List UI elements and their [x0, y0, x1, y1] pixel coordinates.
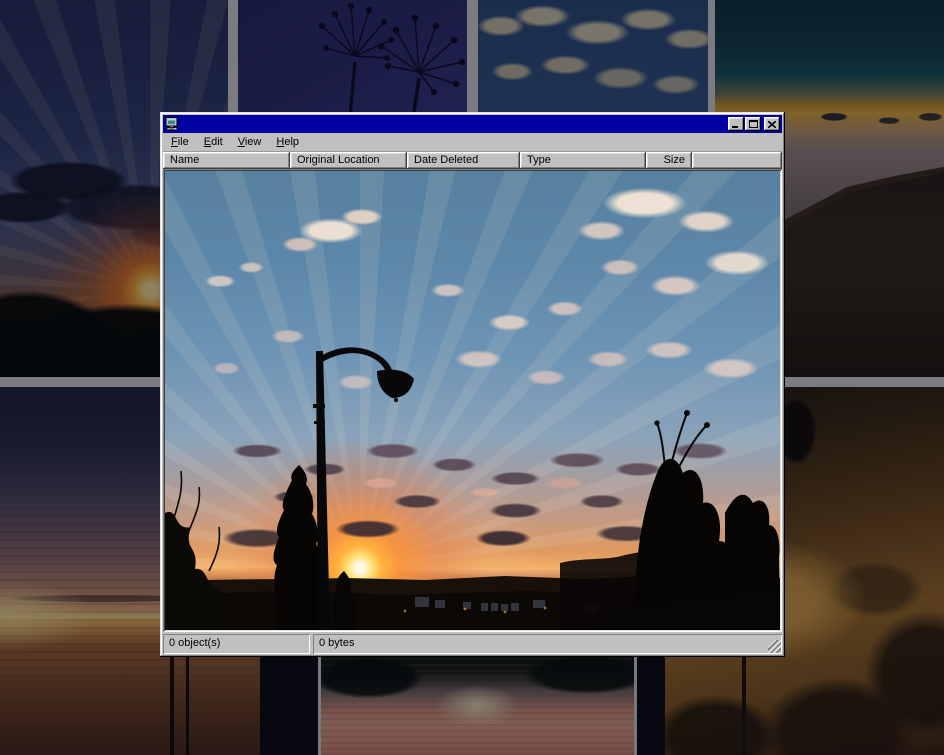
status-total-size: 0 bytes — [313, 634, 782, 654]
minimize-button[interactable] — [728, 117, 744, 131]
column-header-original-location[interactable]: Original Location — [290, 152, 407, 169]
file-list-area[interactable] — [163, 169, 782, 632]
column-header-size[interactable]: Size — [646, 152, 692, 169]
menu-bar: File Edit View Help — [163, 133, 782, 152]
close-icon — [768, 121, 776, 128]
maximize-button[interactable] — [745, 117, 761, 131]
resize-grip-icon[interactable] — [768, 640, 781, 653]
window-controls — [727, 117, 780, 131]
column-header-date-deleted[interactable]: Date Deleted — [407, 152, 520, 169]
menu-edit[interactable]: Edit — [198, 134, 229, 150]
column-header-filler — [692, 152, 782, 169]
column-header-type[interactable]: Type — [520, 152, 646, 169]
column-header-name[interactable]: Name — [163, 152, 290, 169]
lamppost-sunset-photo — [165, 171, 780, 630]
titlebar[interactable] — [163, 115, 782, 133]
recycle-bin-window: File Edit View Help Name Original Locati… — [160, 112, 785, 657]
minimize-icon — [732, 121, 740, 128]
menu-file[interactable]: File — [165, 134, 195, 150]
menu-help[interactable]: Help — [270, 134, 305, 150]
maximize-icon — [749, 120, 758, 128]
menu-view[interactable]: View — [232, 134, 268, 150]
computer-icon — [165, 117, 179, 131]
close-button[interactable] — [764, 117, 780, 131]
column-headers: Name Original Location Date Deleted Type… — [163, 152, 782, 169]
foreground-silhouettes — [165, 171, 780, 630]
desktop: File Edit View Help Name Original Locati… — [0, 0, 944, 755]
status-bar: 0 object(s) 0 bytes — [163, 632, 782, 654]
status-object-count: 0 object(s) — [163, 634, 310, 654]
